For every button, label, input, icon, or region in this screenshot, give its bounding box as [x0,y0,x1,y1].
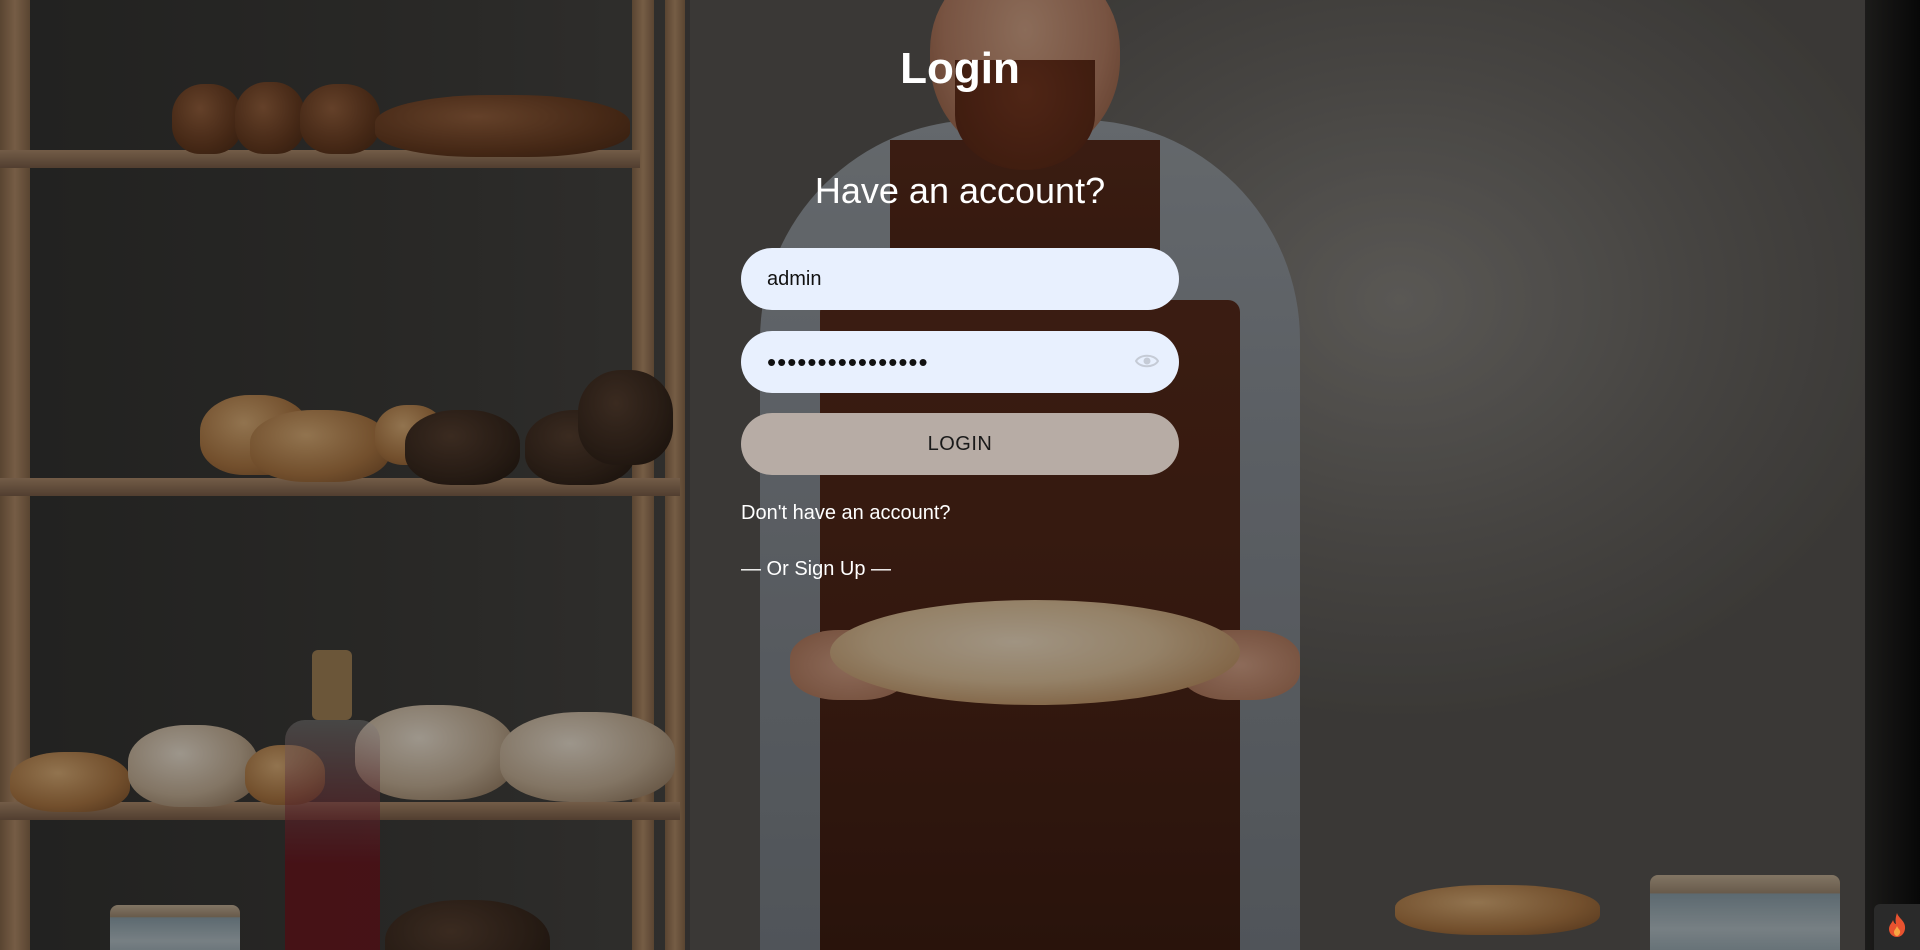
username-input[interactable] [741,267,1179,291]
sign-up-link[interactable]: — Or Sign Up — [741,558,891,581]
corner-badge[interactable] [1874,904,1920,950]
page-subtitle: Have an account? [814,170,1106,211]
no-account-text: Don't have an account? [741,502,951,524]
password-field[interactable]: •••••••••••••••• [741,331,1179,393]
background-photo [0,0,1920,950]
page-title: Login [900,44,1020,93]
eye-icon[interactable] [1134,352,1160,370]
password-input[interactable]: •••••••••••••••• [741,347,929,378]
username-field[interactable] [741,248,1179,310]
flame-icon [1886,912,1908,943]
login-button[interactable]: LOGIN [741,413,1179,475]
